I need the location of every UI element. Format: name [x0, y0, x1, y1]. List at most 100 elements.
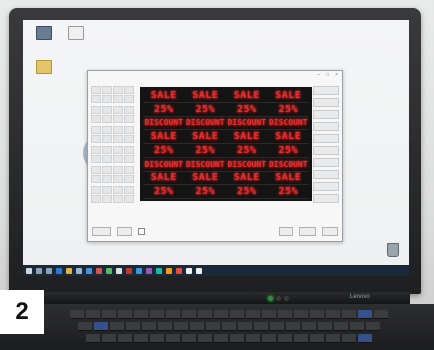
- keyboard-key[interactable]: [270, 322, 284, 331]
- task-view-icon[interactable]: [46, 267, 52, 274]
- keyboard-key[interactable]: [126, 322, 140, 331]
- app-icon[interactable]: [146, 267, 152, 274]
- setting-cell[interactable]: [113, 95, 123, 103]
- keyboard-key[interactable]: [102, 334, 116, 343]
- keyboard-key[interactable]: [142, 322, 156, 331]
- keyboard-key[interactable]: [230, 310, 244, 319]
- footer-checkbox[interactable]: [138, 227, 146, 235]
- keyboard-key[interactable]: [366, 322, 380, 331]
- app-icon[interactable]: [166, 267, 172, 274]
- keyboard-key[interactable]: [262, 334, 276, 343]
- row-button[interactable]: [313, 134, 339, 143]
- row-button[interactable]: [313, 194, 339, 203]
- keyboard-key[interactable]: [102, 310, 116, 319]
- setting-cell[interactable]: [124, 126, 134, 134]
- keyboard-key[interactable]: [286, 322, 300, 331]
- setting-cell[interactable]: [102, 115, 112, 123]
- row-button[interactable]: [313, 122, 339, 131]
- footer-button[interactable]: [278, 226, 294, 236]
- keyboard-key[interactable]: [86, 334, 100, 343]
- setting-cell[interactable]: [102, 126, 112, 134]
- setting-cell[interactable]: [113, 86, 123, 94]
- footer-button[interactable]: [299, 226, 316, 236]
- keyboard-key[interactable]: [134, 334, 148, 343]
- keyboard-key[interactable]: [310, 334, 324, 343]
- keyboard-key[interactable]: [342, 310, 356, 319]
- keyboard-key[interactable]: [198, 334, 212, 343]
- setting-cell[interactable]: [91, 146, 101, 154]
- keyboard-key[interactable]: [182, 310, 196, 319]
- setting-cell[interactable]: [113, 115, 123, 123]
- setting-cell[interactable]: [102, 106, 112, 114]
- keyboard-key[interactable]: [222, 322, 236, 331]
- setting-cell[interactable]: [113, 195, 123, 203]
- footer-button[interactable]: [116, 226, 133, 236]
- app-icon[interactable]: [126, 267, 132, 274]
- setting-cell[interactable]: [124, 186, 134, 194]
- setting-cell[interactable]: [102, 155, 112, 163]
- keyboard-key[interactable]: [70, 310, 84, 319]
- keyboard-key[interactable]: [278, 310, 292, 319]
- keyboard-key[interactable]: [198, 310, 212, 319]
- setting-cell[interactable]: [124, 115, 134, 123]
- keyboard-key[interactable]: [318, 322, 332, 331]
- setting-cell[interactable]: [124, 166, 134, 174]
- keyboard-key[interactable]: [278, 334, 292, 343]
- keyboard-key[interactable]: [334, 322, 348, 331]
- keyboard-key[interactable]: [150, 310, 164, 319]
- keyboard-key[interactable]: [214, 310, 228, 319]
- keyboard-key[interactable]: [166, 310, 180, 319]
- search-icon[interactable]: [36, 267, 42, 274]
- keyboard-key[interactable]: [158, 322, 172, 331]
- keyboard-key[interactable]: [294, 334, 308, 343]
- setting-cell[interactable]: [124, 175, 134, 183]
- keyboard-key[interactable]: [310, 310, 324, 319]
- keyboard-key[interactable]: [86, 310, 100, 319]
- keyboard-key[interactable]: [214, 334, 228, 343]
- desktop-icon-app[interactable]: [31, 26, 57, 42]
- setting-cell[interactable]: [124, 106, 134, 114]
- footer-button[interactable]: [321, 226, 338, 236]
- start-icon[interactable]: [26, 267, 32, 274]
- keyboard-key[interactable]: [166, 334, 180, 343]
- setting-cell[interactable]: [91, 175, 101, 183]
- setting-cell[interactable]: [102, 146, 112, 154]
- file-explorer-icon[interactable]: [66, 267, 72, 274]
- close-icon[interactable]: ×: [335, 72, 338, 78]
- setting-cell[interactable]: [124, 146, 134, 154]
- keyboard-key[interactable]: [358, 334, 372, 343]
- setting-cell[interactable]: [113, 126, 123, 134]
- setting-cell[interactable]: [102, 166, 112, 174]
- setting-cell[interactable]: [124, 135, 134, 143]
- keyboard-key[interactable]: [342, 334, 356, 343]
- setting-cell[interactable]: [91, 186, 101, 194]
- edge-icon[interactable]: [56, 267, 62, 274]
- keyboard-key[interactable]: [254, 322, 268, 331]
- desktop-icon-folder[interactable]: [31, 60, 57, 76]
- setting-cell[interactable]: [113, 166, 123, 174]
- keyboard-key[interactable]: [262, 310, 276, 319]
- setting-cell[interactable]: [91, 166, 101, 174]
- desktop-icon-notepad[interactable]: [63, 26, 89, 42]
- row-button[interactable]: [313, 146, 339, 155]
- setting-cell[interactable]: [124, 195, 134, 203]
- keyboard-key[interactable]: [94, 322, 108, 331]
- window-titlebar[interactable]: – □ ×: [88, 71, 342, 79]
- row-button[interactable]: [313, 170, 339, 179]
- setting-cell[interactable]: [113, 155, 123, 163]
- store-icon[interactable]: [76, 267, 82, 274]
- setting-cell[interactable]: [124, 155, 134, 163]
- setting-cell[interactable]: [113, 146, 123, 154]
- setting-cell[interactable]: [113, 175, 123, 183]
- keyboard-key[interactable]: [150, 334, 164, 343]
- keyboard-key[interactable]: [326, 334, 340, 343]
- setting-cell[interactable]: [91, 126, 101, 134]
- mail-icon[interactable]: [86, 267, 92, 274]
- keyboard-key[interactable]: [206, 322, 220, 331]
- setting-cell[interactable]: [113, 186, 123, 194]
- setting-cell[interactable]: [91, 155, 101, 163]
- keyboard-key[interactable]: [190, 322, 204, 331]
- row-button[interactable]: [313, 182, 339, 191]
- row-button[interactable]: [313, 158, 339, 167]
- setting-cell[interactable]: [91, 135, 101, 143]
